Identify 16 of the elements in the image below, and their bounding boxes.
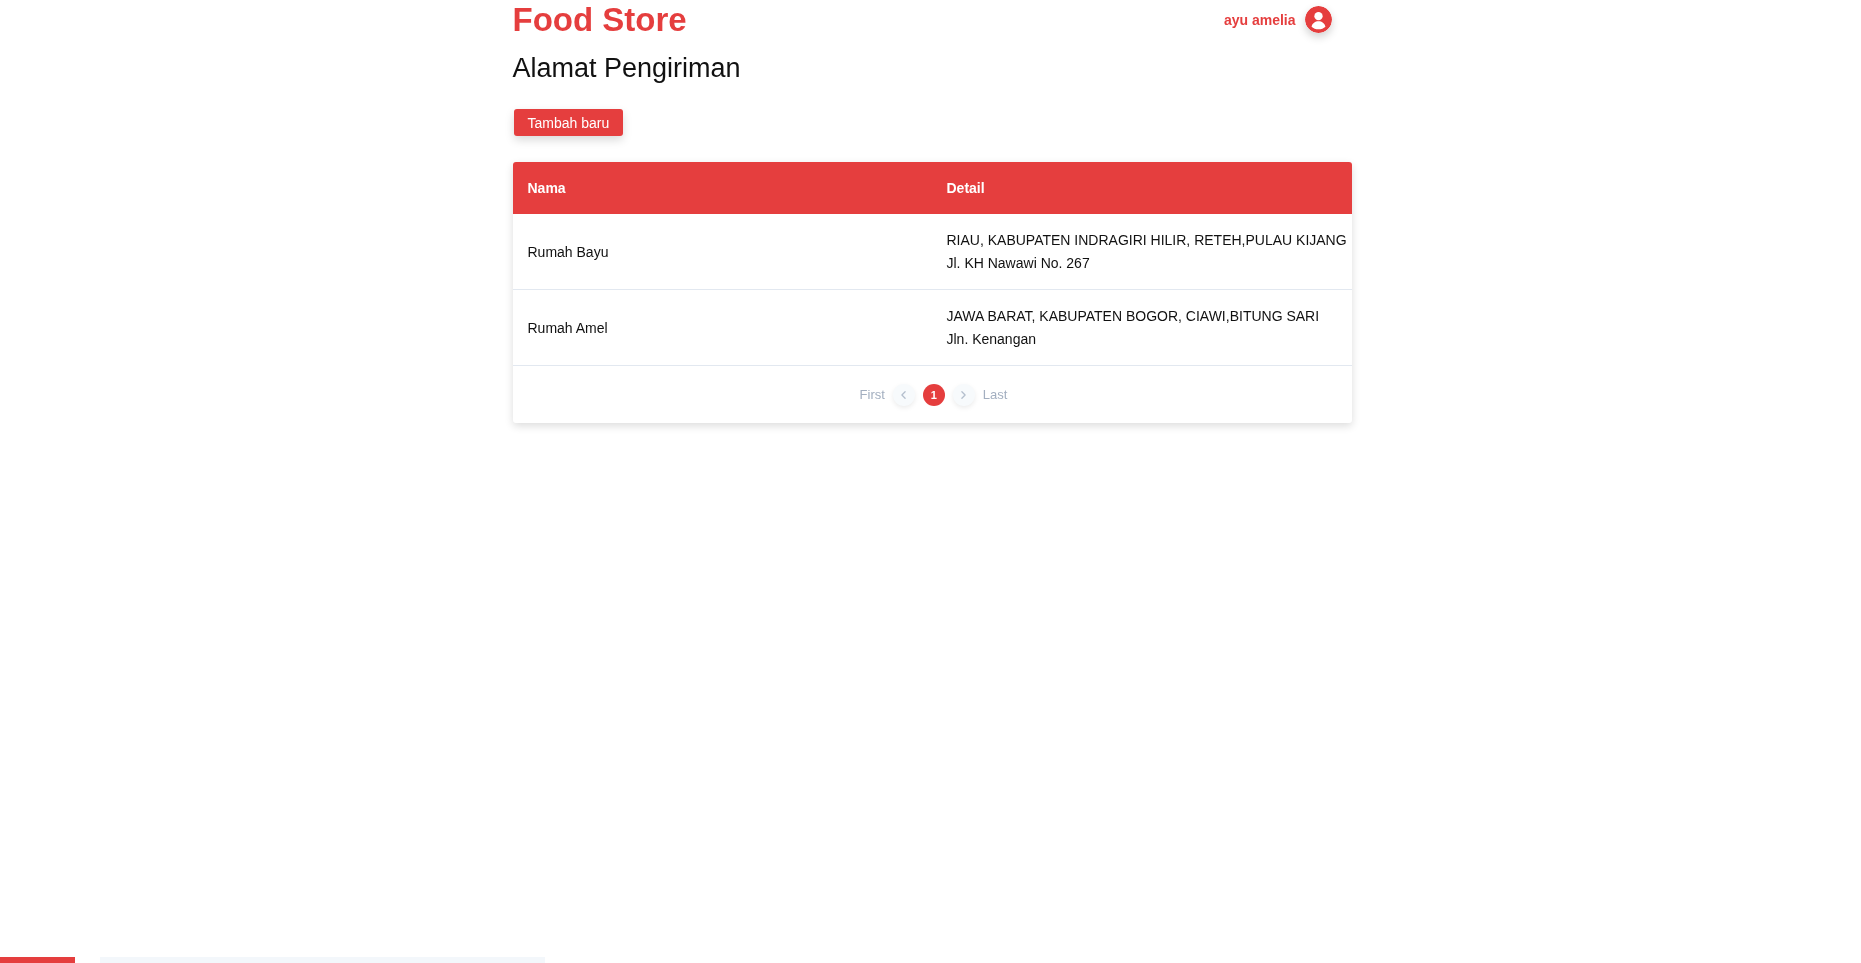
page-number-button[interactable]: 1: [922, 383, 945, 406]
column-header: Nama: [526, 180, 566, 196]
add-new-button[interactable]: Tambah baru: [513, 109, 624, 136]
chevron-right-icon: [961, 390, 967, 399]
address-line: JAWA BARAT, KABUPATEN BOGOR, CIAWI,BITUNG SARI: [946, 306, 1320, 326]
page-title: Alamat Pengiriman: [512, 52, 741, 85]
address-name-cell: Rumah Bayu: [527, 243, 609, 260]
brand-logo-text[interactable]: Food Store: [512, 0, 687, 40]
column-header: Detail: [945, 180, 985, 196]
address-name-cell: Rumah Amel: [527, 319, 608, 336]
address-line: Jl. KH Nawawi No. 267: [946, 253, 1090, 273]
user-avatar-icon[interactable]: [1304, 6, 1332, 33]
chevron-left-icon: [901, 390, 907, 399]
address-line: Jln. Kenangan: [946, 329, 1037, 349]
address-line: RIAU, KABUPATEN INDRAGIRI HILIR, RETEH,PULAU KIJANG: [946, 230, 1347, 250]
user-name[interactable]: ayu amelia: [1223, 11, 1296, 28]
